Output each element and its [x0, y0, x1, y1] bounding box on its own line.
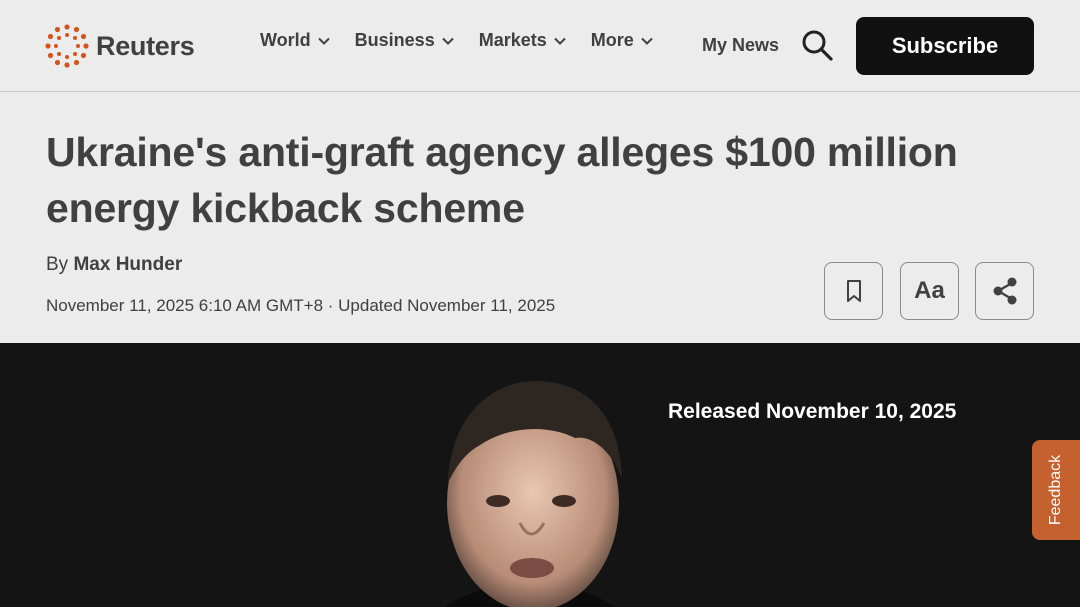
reuters-logo-icon — [45, 24, 89, 68]
article-headline: Ukraine's anti-graft agency alleges $100… — [46, 129, 958, 231]
nav-item-more[interactable]: More — [591, 30, 654, 51]
nav-item-label: More — [590, 30, 634, 50]
font-size-button[interactable]: Aa — [900, 262, 959, 320]
nav-item-markets[interactable]: Markets — [479, 30, 567, 51]
nav-item-label: Business — [354, 30, 435, 50]
nav-item-label: World — [260, 30, 311, 50]
reuters-logo[interactable]: Reuters — [44, 22, 195, 70]
nav-item-business[interactable]: Business — [355, 30, 455, 51]
subscribe-button[interactable]: Subscribe — [856, 17, 1034, 75]
feedback-label: Feedback — [1047, 454, 1065, 526]
chevron-down-icon — [442, 37, 454, 45]
site-header: Reuters World Business Markets More My N… — [0, 0, 1080, 92]
chevron-down-icon — [641, 37, 653, 45]
logo-text: Reuters — [96, 30, 195, 61]
share-icon — [993, 277, 1016, 305]
nav-item-world[interactable]: World — [260, 30, 331, 51]
share-button[interactable] — [975, 262, 1034, 320]
chevron-down-icon — [317, 37, 330, 45]
byline: By Max Hunder — [46, 254, 182, 276]
bookmark-button[interactable] — [824, 262, 883, 320]
chevron-down-icon — [554, 37, 566, 45]
search-icon[interactable] — [800, 28, 834, 62]
feedback-tab[interactable]: Feedback — [1032, 440, 1080, 540]
my-news-link[interactable]: My News — [702, 35, 779, 56]
main-nav: World Business Markets More — [260, 30, 678, 51]
byline-prefix: By — [46, 254, 69, 275]
author-link[interactable]: Max Hunder — [73, 254, 182, 275]
article-dateline: November 11, 2025 6:10 AM GMT+8 · Update… — [46, 296, 556, 315]
bookmark-icon — [846, 280, 861, 302]
video-player[interactable]: Released November 10, 2025 — [0, 343, 1080, 607]
video-caption: Released November 10, 2025 — [668, 400, 957, 423]
nav-item-label: Markets — [478, 30, 547, 50]
video-frame-person — [444, 381, 622, 607]
